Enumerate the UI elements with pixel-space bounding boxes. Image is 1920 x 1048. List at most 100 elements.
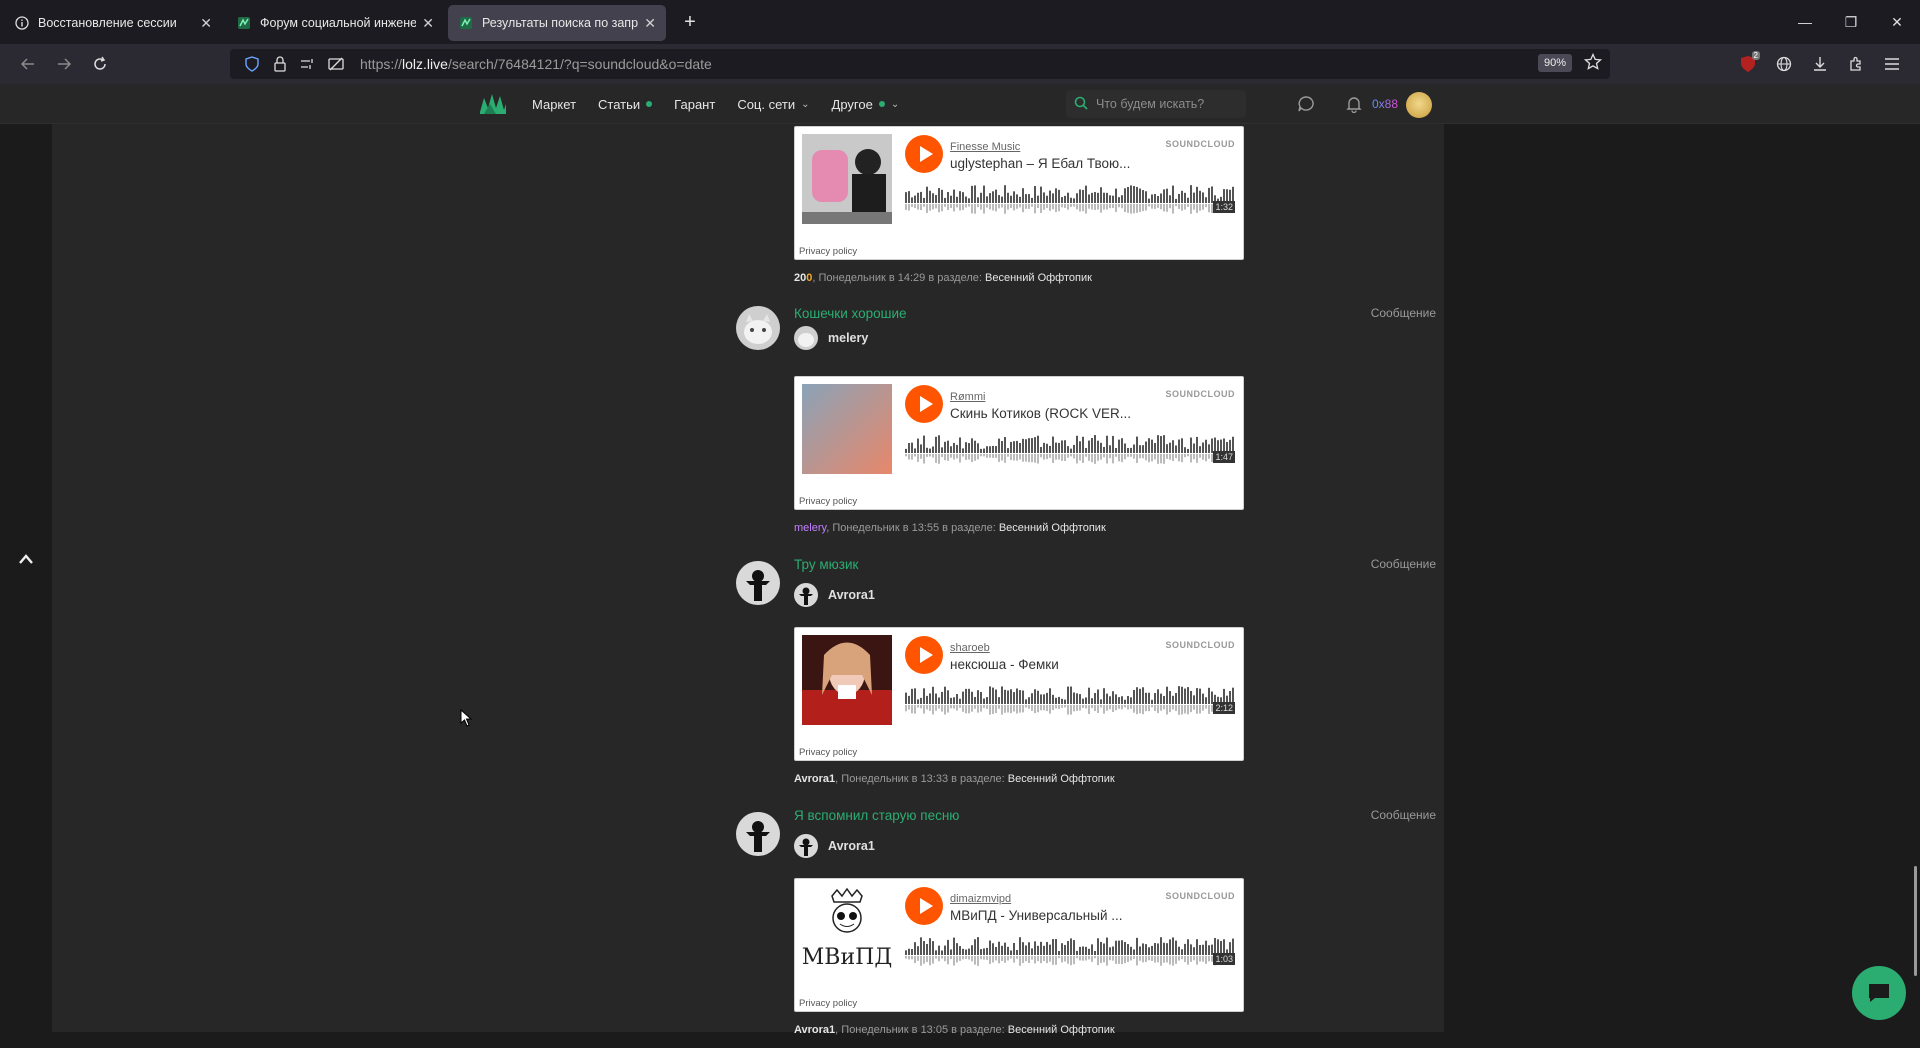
track-artist[interactable]: Finesse Music — [950, 141, 1020, 153]
url-text[interactable]: https://lolz.live/search/76484121/?q=sou… — [360, 56, 712, 72]
privacy-policy-link[interactable]: Privacy policy — [799, 998, 857, 1009]
post-title-link[interactable]: Я вспомнил старую песню — [794, 808, 959, 823]
lock-icon[interactable] — [268, 54, 292, 74]
waveform-reflection — [908, 956, 910, 960]
tracking-icon[interactable] — [324, 54, 348, 74]
permissions-icon[interactable] — [296, 54, 320, 74]
menu-item-market[interactable]: Маркет — [532, 97, 576, 112]
track-title[interactable]: МВиПД - Универсальный ... — [950, 908, 1123, 923]
waveform-reflection — [1052, 454, 1054, 464]
waveform[interactable] — [905, 931, 1237, 973]
waveform[interactable] — [905, 179, 1237, 221]
waveform-bar — [1124, 188, 1126, 203]
ublock-icon[interactable]: 2 — [1730, 48, 1766, 80]
play-button[interactable] — [905, 385, 943, 423]
track-title[interactable]: нексюша - Фемки — [950, 657, 1059, 672]
waveform-reflection — [998, 454, 1000, 462]
post-author[interactable]: melery — [794, 326, 868, 350]
waveform-reflection — [1151, 705, 1153, 708]
waveform-bar — [1076, 693, 1078, 704]
play-button[interactable] — [905, 636, 943, 674]
waveform-reflection — [1172, 956, 1174, 966]
meta-section-link[interactable]: Весенний Оффтопик — [1008, 1024, 1115, 1036]
avatar[interactable] — [736, 561, 780, 605]
meta-section-link[interactable]: Весенний Оффтопик — [1008, 773, 1115, 785]
address-bar[interactable]: https://lolz.live/search/76484121/?q=sou… — [230, 49, 1610, 79]
zoom-level[interactable]: 90% — [1537, 54, 1572, 72]
waveform-bar — [914, 942, 916, 955]
privacy-policy-link[interactable]: Privacy policy — [799, 747, 857, 758]
tab-forum[interactable]: Форум социальной инженери ✕ — [226, 5, 444, 41]
new-tab-button[interactable]: + — [674, 6, 706, 38]
waveform[interactable] — [905, 429, 1237, 471]
shield-icon[interactable] — [240, 54, 264, 74]
close-icon[interactable]: ✕ — [200, 15, 212, 32]
avatar[interactable] — [736, 812, 780, 856]
post-author[interactable]: Avrora1 — [794, 834, 875, 858]
bookmark-star-icon[interactable] — [1583, 52, 1603, 76]
waveform-reflection — [971, 705, 973, 712]
soundcloud-player[interactable]: МВиПД dimaizmvipd МВиПД - Универсальный … — [794, 878, 1244, 1012]
waveform-reflection — [1019, 956, 1021, 966]
post-title-link[interactable]: Кошечки хорошие — [794, 306, 907, 321]
play-button[interactable] — [905, 887, 943, 925]
track-artist[interactable]: dimaizmvipd — [950, 893, 1011, 905]
waveform-reflection — [1079, 454, 1081, 461]
meta-username[interactable]: Avrora1 — [794, 1024, 835, 1036]
menu-item-garant[interactable]: Гарант — [674, 97, 715, 112]
waveform-bar — [1190, 690, 1192, 704]
waveform-reflection — [995, 454, 997, 458]
tab-session-restore[interactable]: Восстановление сессии ✕ — [4, 5, 222, 41]
meta-section-link[interactable]: Весенний Оффтопик — [999, 522, 1106, 534]
privacy-policy-link[interactable]: Privacy policy — [799, 246, 857, 257]
soundcloud-player[interactable]: Rømmi Скинь Котиков (ROCK VER... SOUNDCL… — [794, 376, 1244, 510]
waveform-bar — [1136, 436, 1138, 453]
waveform-bar — [953, 442, 955, 453]
soundcloud-logo: SOUNDCLOUD — [1165, 389, 1235, 399]
waveform-reflection — [929, 204, 931, 211]
meta-section-link[interactable]: Весенний Оффтопик — [985, 272, 1092, 284]
forward-button[interactable] — [46, 48, 82, 80]
extensions-icon[interactable] — [1838, 48, 1874, 80]
reload-button[interactable] — [82, 48, 118, 80]
waveform-bar — [1088, 194, 1090, 203]
tab-title: Форум социальной инженери — [260, 16, 417, 30]
waveform-bar — [1007, 448, 1009, 453]
close-icon[interactable]: ✕ — [422, 15, 434, 32]
waveform-reflection — [1196, 705, 1198, 714]
waveform-bar — [1196, 186, 1198, 203]
meta-username[interactable]: melery — [794, 522, 826, 534]
track-title[interactable]: uglystephan – Я Ебал Твою... — [950, 156, 1130, 171]
post-title-link[interactable]: Тру мюзик — [794, 557, 858, 572]
scroll-top-icon[interactable] — [18, 552, 34, 570]
play-button[interactable] — [905, 135, 943, 173]
post-author[interactable]: Avrora1 — [794, 583, 875, 607]
waveform-bar — [1127, 696, 1129, 704]
download-icon[interactable] — [1802, 48, 1838, 80]
avatar[interactable] — [736, 306, 780, 350]
menu-icon[interactable] — [1874, 48, 1910, 80]
close-window-button[interactable]: ✕ — [1874, 0, 1920, 44]
chat-fab-button[interactable] — [1852, 966, 1906, 1020]
globe-icon[interactable] — [1766, 48, 1802, 80]
tab-search-results[interactable]: Результаты поиска по запросу ✕ — [448, 5, 666, 41]
minimize-button[interactable]: — — [1782, 0, 1828, 44]
waveform[interactable] — [905, 680, 1237, 722]
site-logo-icon[interactable] — [478, 90, 508, 118]
close-icon[interactable]: ✕ — [644, 15, 656, 32]
privacy-policy-link[interactable]: Privacy policy — [799, 496, 857, 507]
back-button[interactable] — [10, 48, 46, 80]
meta-username[interactable]: Avrora1 — [794, 773, 835, 785]
soundcloud-player[interactable]: sharoeb нексюша - Фемки SOUNDCLOUD 2:12 … — [794, 627, 1244, 761]
track-artist[interactable]: sharoeb — [950, 642, 990, 654]
restore-button[interactable]: ❐ — [1828, 0, 1874, 44]
track-artist[interactable]: Rømmi — [950, 391, 985, 403]
meta-username[interactable]: 200 — [794, 272, 812, 284]
soundcloud-player[interactable]: Finesse Music uglystephan – Я Ебал Твою.… — [794, 126, 1244, 260]
track-title[interactable]: Скинь Котиков (ROCK VER... — [950, 406, 1131, 421]
waveform-bar — [1097, 689, 1099, 704]
waveform-bar — [1205, 197, 1207, 203]
menu-item-articles[interactable]: Статьи — [598, 97, 653, 112]
waveform-reflection — [1034, 454, 1036, 463]
page-scrollbar[interactable] — [1914, 866, 1917, 976]
